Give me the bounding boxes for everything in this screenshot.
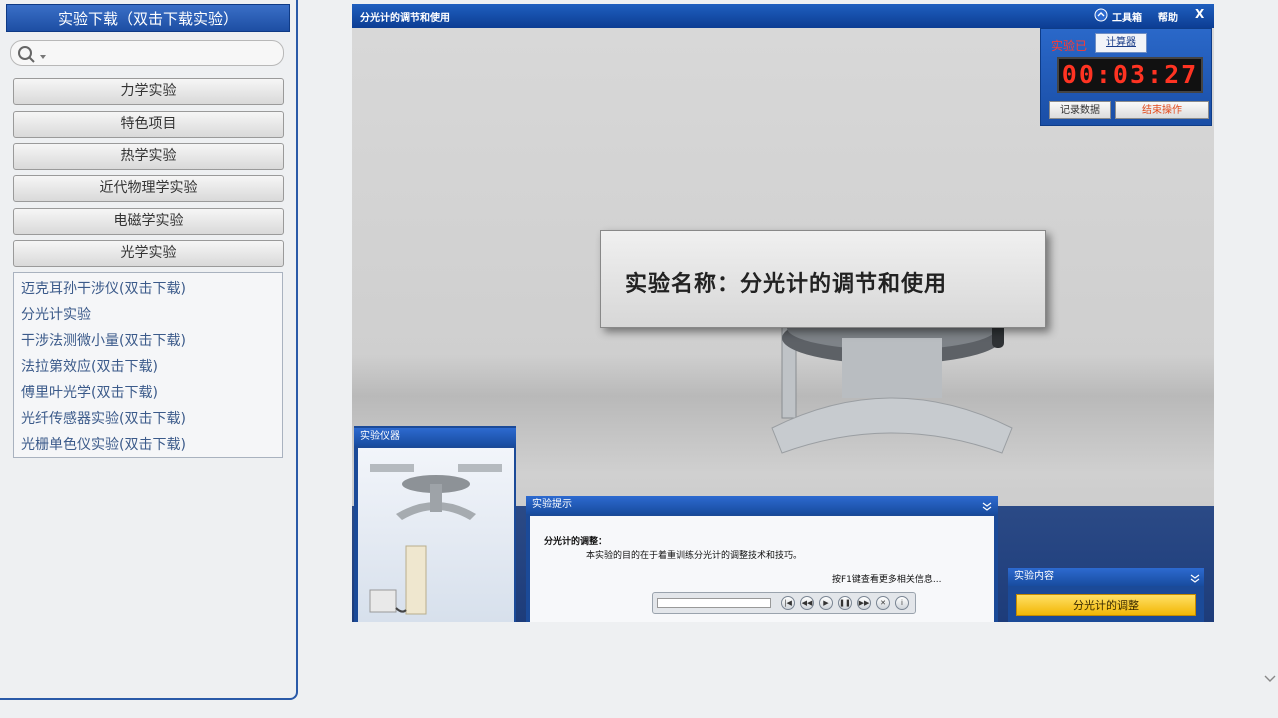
experiment-download-panel: 实验下载（双击下载实验） 力学实验 特色项目 热学实验 近代物理学实验 电磁学实… bbox=[0, 0, 298, 700]
toolbox-icon[interactable] bbox=[1094, 8, 1108, 22]
list-item[interactable]: 干涉法测微小量(双击下载) bbox=[21, 330, 186, 350]
instruments-panel: 实验仪器 bbox=[354, 426, 516, 622]
instruments-panel-title: 实验仪器 bbox=[354, 428, 516, 446]
timer-panel: 实验已 计算器 00:03:27 记录数据 结束操作 bbox=[1040, 28, 1212, 126]
category-optics[interactable]: 光学实验 bbox=[13, 240, 284, 267]
tips-heading: 分光计的调整： bbox=[544, 537, 608, 547]
timer-label: 实验已 bbox=[1051, 39, 1088, 53]
tips-panel: 实验提示 分光计的调整： 本实验的目的在于着重训练分光计的调整技术和技巧。 按F… bbox=[526, 496, 998, 622]
spectrometer-thumbnail[interactable] bbox=[366, 454, 506, 524]
category-thermal[interactable]: 热学实验 bbox=[13, 143, 284, 170]
list-item[interactable]: 光纤传感器实验(双击下载) bbox=[21, 408, 186, 428]
sim-title: 分光计的调节和使用 bbox=[360, 13, 450, 24]
close-button[interactable]: X bbox=[1195, 7, 1204, 21]
elapsed-time-display: 00:03:27 bbox=[1057, 57, 1203, 93]
optics-experiment-list: 迈克耳孙干涉仪(双击下载) 分光计实验 干涉法测微小量(双击下载) 法拉第效应(… bbox=[13, 272, 283, 458]
help-button[interactable]: 帮助 bbox=[1158, 9, 1178, 24]
content-panel-title: 实验内容 bbox=[1008, 568, 1204, 586]
calculator-tab[interactable]: 计算器 bbox=[1095, 33, 1147, 53]
dropdown-arrow-icon bbox=[40, 55, 46, 59]
category-modern-physics[interactable]: 近代物理学实验 bbox=[13, 175, 284, 202]
search-icon[interactable] bbox=[17, 45, 51, 63]
scroll-down-icon[interactable] bbox=[1264, 674, 1276, 684]
tips-player: |◀ ◀◀ ▶ ❚❚ ▶▶ ✕ i bbox=[652, 592, 916, 614]
list-item[interactable]: 分光计实验 bbox=[21, 304, 91, 324]
toolbox-button[interactable]: 工具箱 bbox=[1112, 9, 1142, 24]
forward-icon[interactable]: ▶▶ bbox=[857, 596, 871, 610]
list-item[interactable]: 迈克耳孙干涉仪(双击下载) bbox=[21, 278, 186, 298]
category-featured[interactable]: 特色项目 bbox=[13, 111, 284, 138]
sim-titlebar: 分光计的调节和使用 工具箱 帮助 X bbox=[352, 4, 1214, 28]
tips-panel-title: 实验提示 bbox=[526, 496, 998, 514]
progress-slider[interactable] bbox=[657, 598, 771, 608]
pause-icon[interactable]: ❚❚ bbox=[838, 596, 852, 610]
content-item-adjustment[interactable]: 分光计的调整 bbox=[1016, 594, 1196, 616]
category-mechanics[interactable]: 力学实验 bbox=[13, 78, 284, 105]
tips-body: 分光计的调整： 本实验的目的在于着重训练分光计的调整技术和技巧。 按F1键查看更… bbox=[530, 516, 994, 622]
experiment-name: 实验名称：分光计的调节和使用 bbox=[625, 271, 948, 297]
experiment-name-card: 实验名称：分光计的调节和使用 bbox=[600, 230, 1046, 328]
record-data-button[interactable]: 记录数据 bbox=[1049, 101, 1111, 119]
simulation-window: 分光计的调节和使用 工具箱 帮助 X 实验名称：分光计的调节和使用 实验已 计算… bbox=[352, 4, 1214, 622]
tips-more-info: 按F1键查看更多相关信息... bbox=[832, 575, 942, 585]
instruments-list bbox=[358, 448, 514, 622]
first-icon[interactable]: |◀ bbox=[781, 596, 795, 610]
end-operation-button[interactable]: 结束操作 bbox=[1115, 101, 1209, 119]
tips-text: 本实验的目的在于着重训练分光计的调整技术和技巧。 bbox=[586, 551, 803, 561]
rewind-icon[interactable]: ◀◀ bbox=[800, 596, 814, 610]
close-icon[interactable]: ✕ bbox=[876, 596, 890, 610]
list-item[interactable]: 光栅单色仪实验(双击下载) bbox=[21, 434, 186, 454]
collapse-chevron-icon[interactable] bbox=[1190, 573, 1200, 583]
info-icon[interactable]: i bbox=[895, 596, 909, 610]
list-item[interactable]: 法拉第效应(双击下载) bbox=[21, 356, 158, 376]
panel-title: 实验下载（双击下载实验） bbox=[6, 4, 290, 32]
collapse-chevron-icon[interactable] bbox=[982, 501, 992, 511]
play-icon[interactable]: ▶ bbox=[819, 596, 833, 610]
light-source-thumbnail[interactable] bbox=[366, 544, 506, 622]
category-electromagnetism[interactable]: 电磁学实验 bbox=[13, 208, 284, 235]
content-panel: 实验内容 分光计的调整 bbox=[1008, 568, 1204, 622]
list-item[interactable]: 傅里叶光学(双击下载) bbox=[21, 382, 158, 402]
search-input[interactable] bbox=[10, 40, 284, 66]
